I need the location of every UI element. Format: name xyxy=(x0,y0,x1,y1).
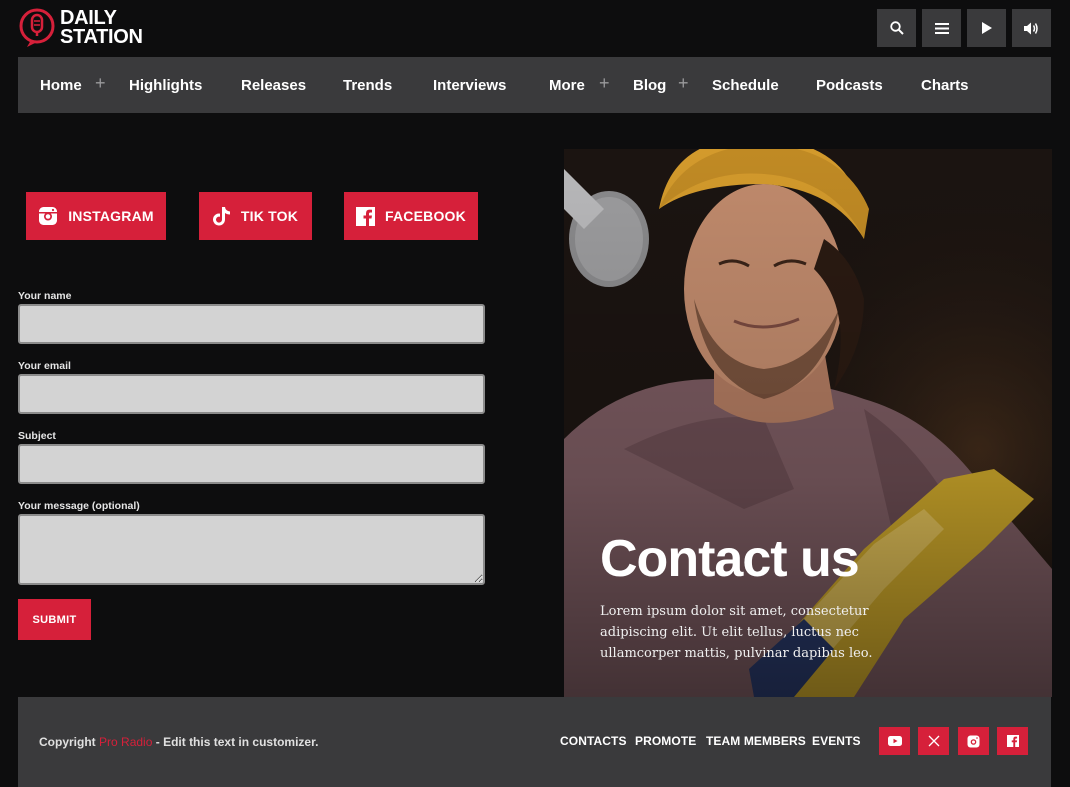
nav-item-highlights[interactable]: Highlights xyxy=(129,57,202,113)
volume-icon xyxy=(1024,22,1038,34)
site-logo[interactable]: DAILY STATION xyxy=(19,8,143,48)
site-header: DAILY STATION xyxy=(0,0,1070,56)
header-actions xyxy=(877,9,1051,47)
instagram-icon xyxy=(39,207,58,225)
name-field[interactable] xyxy=(18,304,485,344)
search-button[interactable] xyxy=(877,9,916,47)
youtube-icon xyxy=(887,736,902,746)
subject-field[interactable] xyxy=(18,444,485,484)
copyright-text: Copyright Pro Radio - Edit this text in … xyxy=(39,735,318,749)
message-label: Your message (optional) xyxy=(18,500,140,512)
email-label: Your email xyxy=(18,360,71,372)
search-icon xyxy=(889,21,904,35)
nav-item-releases[interactable]: Releases xyxy=(241,57,306,113)
footer-instagram-button[interactable] xyxy=(958,727,989,755)
main-nav: Home + Highlights Releases Trends Interv… xyxy=(18,57,1051,113)
nav-submenu-toggle-blog[interactable]: + xyxy=(678,74,689,92)
instagram-label: INSTAGRAM xyxy=(68,208,154,224)
nav-submenu-toggle-home[interactable]: + xyxy=(95,74,106,92)
footer-link-promote[interactable]: PROMOTE xyxy=(635,734,696,748)
facebook-icon xyxy=(1006,735,1019,747)
logo-line-2: STATION xyxy=(60,26,143,48)
site-footer: Copyright Pro Radio - Edit this text in … xyxy=(18,697,1051,787)
instagram-button[interactable]: INSTAGRAM xyxy=(26,192,166,240)
nav-submenu-toggle-more[interactable]: + xyxy=(599,74,610,92)
volume-button[interactable] xyxy=(1012,9,1051,47)
footer-x-button[interactable] xyxy=(918,727,949,755)
footer-youtube-button[interactable] xyxy=(879,727,910,755)
subject-label: Subject xyxy=(18,430,56,442)
nav-item-interviews[interactable]: Interviews xyxy=(433,57,506,113)
x-icon xyxy=(928,735,939,747)
nav-item-home[interactable]: Home xyxy=(40,57,82,113)
nav-item-charts[interactable]: Charts xyxy=(921,57,969,113)
logo-text: DAILY STATION xyxy=(60,8,143,48)
tiktok-icon xyxy=(212,207,230,226)
play-button[interactable] xyxy=(967,9,1006,47)
submit-button[interactable]: SUBMIT xyxy=(18,599,91,640)
page-title: Contact us xyxy=(600,530,860,588)
footer-facebook-button[interactable] xyxy=(997,727,1028,755)
nav-item-more[interactable]: More xyxy=(549,57,585,113)
copyright-suffix: - Edit this text in customizer. xyxy=(155,735,319,749)
email-field[interactable] xyxy=(18,374,485,414)
footer-link-contacts[interactable]: CONTACTS xyxy=(560,734,627,748)
nav-item-podcasts[interactable]: Podcasts xyxy=(816,57,883,113)
message-field[interactable] xyxy=(18,514,485,585)
copyright-prefix: Copyright xyxy=(39,735,96,749)
play-icon xyxy=(981,22,992,34)
nav-item-blog[interactable]: Blog xyxy=(633,57,666,113)
nav-item-trends[interactable]: Trends xyxy=(343,57,392,113)
hero-image: Contact us Lorem ipsum dolor sit amet, c… xyxy=(564,149,1052,697)
facebook-button[interactable]: FACEBOOK xyxy=(344,192,478,240)
tiktok-button[interactable]: TIK TOK xyxy=(199,192,312,240)
tiktok-label: TIK TOK xyxy=(240,208,299,224)
microphone-logo-icon xyxy=(19,8,55,48)
nav-item-schedule[interactable]: Schedule xyxy=(712,57,779,113)
footer-link-events[interactable]: EVENTS xyxy=(812,734,861,748)
footer-link-team-members[interactable]: TEAM MEMBERS xyxy=(706,734,806,748)
hero-description: Lorem ipsum dolor sit amet, consectetur … xyxy=(600,604,873,661)
name-label: Your name xyxy=(18,290,72,302)
copyright-brand-link[interactable]: Pro Radio xyxy=(99,735,152,749)
facebook-label: FACEBOOK xyxy=(385,208,466,224)
menu-button[interactable] xyxy=(922,9,961,47)
facebook-icon xyxy=(356,206,376,226)
instagram-icon xyxy=(967,735,980,747)
menu-icon xyxy=(934,22,949,34)
